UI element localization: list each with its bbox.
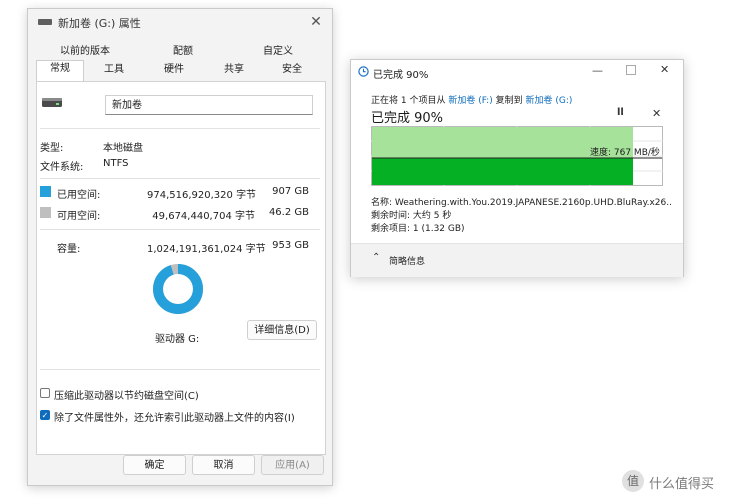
capacity-label: 容量: — [57, 244, 81, 255]
properties-dialog: 新加卷 (G:) 属性 ✕ 以前的版本 配额 自定义 常规 工具 硬件 共享 安… — [27, 8, 333, 486]
compress-checkbox[interactable] — [40, 388, 50, 398]
divider — [40, 229, 320, 230]
less-details-toggle[interactable]: 简略信息 — [389, 254, 425, 267]
divider — [40, 128, 320, 129]
copy-progress-dialog: 已完成 90% — ✕ 正在将 1 个项目从 新加卷 (F:) 复制到 新加卷 … — [350, 59, 684, 277]
type-label: 类型: — [40, 143, 64, 154]
tab-quota[interactable]: 配额 — [158, 44, 208, 60]
tab-general[interactable]: 常规 — [36, 60, 84, 82]
ok-button[interactable]: 确定 — [123, 455, 186, 475]
cancel-button[interactable]: 取消 — [192, 455, 255, 475]
disk-usage-donut — [153, 264, 203, 314]
speed-label: 速度: 767 MB/秒 — [590, 148, 660, 158]
watermark-logo-icon: 值 — [622, 470, 644, 492]
time-remaining-line: 剩余时间: 大约 5 秒 — [371, 211, 452, 221]
tab-previous-versions[interactable]: 以前的版本 — [50, 44, 120, 60]
drive-icon — [38, 19, 52, 25]
file-name-line: 名称: Weathering.with.You.2019.JAPANESE.21… — [371, 198, 671, 208]
free-space-swatch — [40, 207, 51, 218]
tab-tools[interactable]: 工具 — [94, 62, 134, 78]
source-link[interactable]: 新加卷 (F:) — [448, 96, 492, 106]
filesystem-label: 文件系统: — [40, 162, 84, 173]
minimize-icon[interactable]: — — [592, 64, 603, 77]
divider — [40, 178, 320, 179]
hard-drive-icon — [42, 98, 62, 107]
copy-footer: ⌃ 简略信息 — [351, 243, 683, 277]
drive-letter-label: 驱动器 G: — [155, 334, 200, 345]
close-icon[interactable]: ✕ — [660, 63, 669, 76]
graph-progress-fill — [372, 158, 633, 185]
copy-status-prefix: 正在将 1 个项目从 — [371, 96, 446, 106]
used-space-bytes: 974,516,920,320 字节 — [147, 190, 257, 201]
tab-customize[interactable]: 自定义 — [250, 44, 306, 60]
apply-button[interactable]: 应用(A) — [261, 455, 324, 475]
capacity-size: 953 GB — [272, 240, 309, 251]
free-space-label: 可用空间: — [57, 211, 101, 222]
clock-icon — [358, 66, 369, 77]
copy-progress-heading: 已完成 90% — [371, 111, 444, 126]
capacity-bytes: 1,024,191,361,024 字节 — [147, 244, 266, 255]
filesystem-value: NTFS — [103, 158, 129, 169]
copy-status-mid: 复制到 — [495, 96, 523, 106]
properties-title: 新加卷 (G:) 属性 — [58, 17, 141, 30]
copy-titlebar[interactable]: 已完成 90% — ✕ — [351, 60, 683, 84]
donut-used-segment — [153, 264, 203, 314]
volume-name-input[interactable]: 新加卷 — [105, 95, 313, 115]
close-icon[interactable]: ✕ — [306, 12, 326, 32]
index-checkbox[interactable]: ✓ — [40, 410, 50, 420]
items-remaining-line: 剩余项目: 1 (1.32 GB) — [371, 224, 465, 234]
free-space-bytes: 49,674,440,704 字节 — [152, 211, 255, 222]
free-space-size: 46.2 GB — [268, 207, 309, 218]
pause-icon[interactable]: ll — [617, 107, 624, 118]
destination-link[interactable]: 新加卷 (G:) — [526, 96, 573, 106]
used-space-size: 907 GB — [272, 186, 309, 197]
tab-security[interactable]: 安全 — [272, 62, 312, 78]
properties-titlebar[interactable]: 新加卷 (G:) 属性 ✕ — [28, 9, 332, 35]
divider — [40, 369, 320, 370]
type-value: 本地磁盘 — [103, 143, 143, 154]
chevron-up-icon[interactable]: ⌃ — [372, 252, 380, 263]
tab-hardware[interactable]: 硬件 — [154, 62, 194, 78]
used-space-label: 已用空间: — [57, 190, 101, 201]
compress-label: 压缩此驱动器以节约磁盘空间(C) — [54, 391, 199, 402]
maximize-icon[interactable] — [626, 65, 636, 75]
copy-status-line: 正在将 1 个项目从 新加卷 (F:) 复制到 新加卷 (G:) — [371, 93, 572, 106]
copy-title: 已完成 90% — [373, 70, 429, 81]
details-button[interactable]: 详细信息(D) — [247, 320, 317, 340]
watermark-text: 什么值得买 — [649, 477, 715, 492]
tab-sharing[interactable]: 共享 — [214, 62, 254, 78]
cancel-copy-icon[interactable]: ✕ — [652, 107, 661, 120]
index-label: 除了文件属性外，还允许索引此驱动器上文件的内容(I) — [54, 413, 295, 424]
general-panel: 新加卷 类型: 本地磁盘 文件系统: NTFS 已用空间: 974,516,92… — [36, 81, 326, 455]
used-space-swatch — [40, 186, 51, 197]
